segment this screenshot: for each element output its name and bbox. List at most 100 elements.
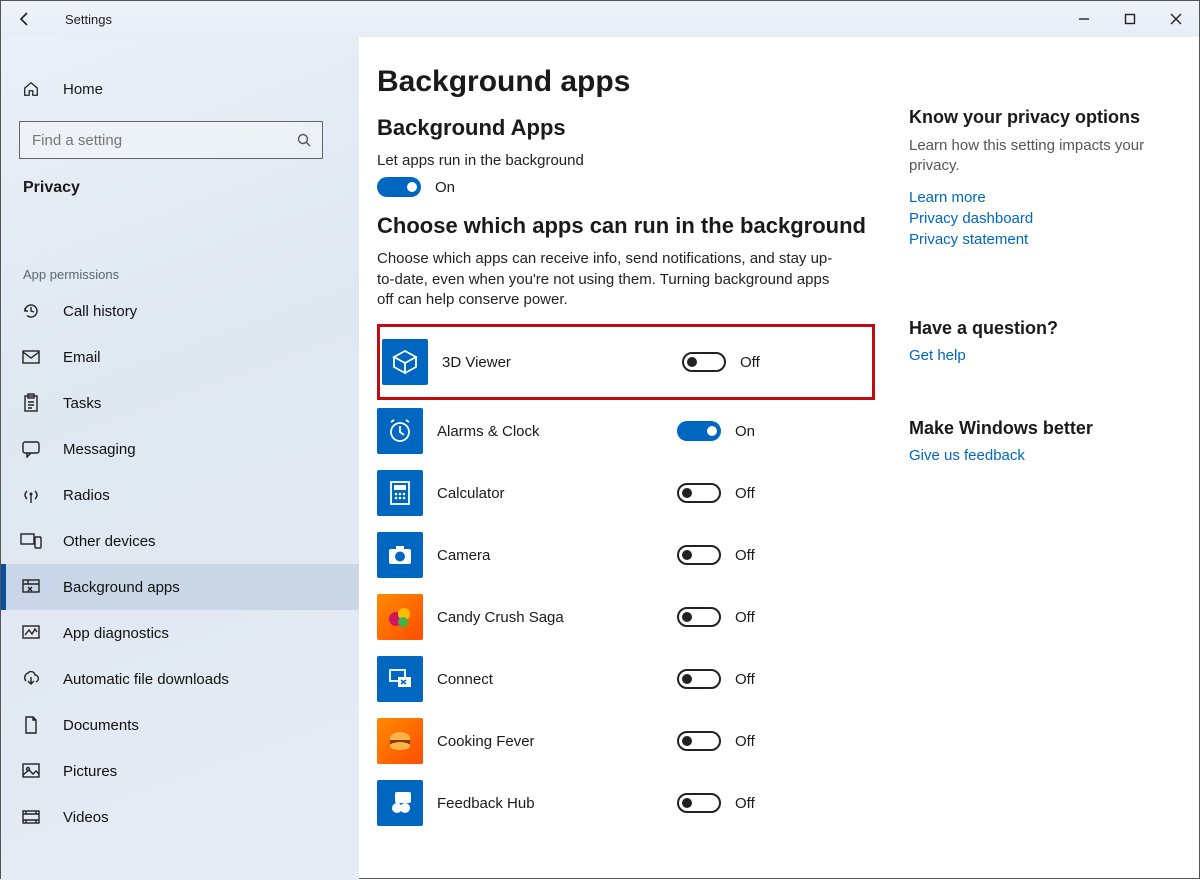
feedback-icon <box>377 780 423 826</box>
app-row-feedback-hub: Feedback HubOff <box>377 772 875 834</box>
app-toggle[interactable] <box>677 731 721 751</box>
link-give-feedback[interactable]: Give us feedback <box>909 447 1173 464</box>
app-toggle[interactable] <box>677 607 721 627</box>
calc-icon <box>377 470 423 516</box>
app-row-alarms-clock: Alarms & Clock On <box>377 400 875 462</box>
connect-icon <box>377 656 423 702</box>
app-name-label: Connect <box>437 671 677 688</box>
arrow-left-icon <box>17 11 33 27</box>
sidebar-item-messaging[interactable]: Messaging <box>1 426 359 472</box>
window-titlebar: Settings <box>1 1 1199 37</box>
sidebar-item-automatic-file-downloads[interactable]: Automatic file downloads <box>1 656 359 702</box>
cube-icon <box>382 339 428 385</box>
info-heading-better: Make Windows better <box>909 418 1173 439</box>
app-toggle[interactable] <box>677 421 721 441</box>
app-name-label: Candy Crush Saga <box>437 609 677 626</box>
section-desc-choose: Choose which apps can receive info, send… <box>377 249 847 310</box>
close-button[interactable] <box>1153 1 1199 37</box>
search-icon <box>296 132 312 148</box>
app-toggle-state: Off <box>735 733 755 750</box>
pictures-icon <box>19 759 43 783</box>
back-button[interactable] <box>7 1 43 37</box>
master-toggle[interactable] <box>377 177 421 197</box>
app-toggle-state: Off <box>735 547 755 564</box>
sidebar-item-label: Messaging <box>63 441 136 458</box>
section-heading-bg-apps: Background Apps <box>377 115 875 141</box>
app-row-calculator: CalculatorOff <box>377 462 875 524</box>
sidebar: Home Privacy App permissions Call histor… <box>1 37 359 880</box>
documents-icon <box>19 713 43 737</box>
link-get-help[interactable]: Get help <box>909 347 1173 364</box>
app-row-3d-viewer: 3D ViewerOff <box>377 324 875 400</box>
sidebar-section-title: Privacy <box>1 167 359 215</box>
sidebar-item-call-history[interactable]: Call history <box>1 288 359 334</box>
sidebar-item-label: Pictures <box>63 763 117 780</box>
app-toggle[interactable] <box>677 793 721 813</box>
app-name-label: 3D Viewer <box>442 354 682 371</box>
app-toggle-state: Off <box>735 485 755 502</box>
home-icon <box>19 80 43 98</box>
close-icon <box>1170 13 1182 25</box>
sidebar-item-label: App diagnostics <box>63 625 169 642</box>
search-input[interactable] <box>30 131 296 150</box>
app-row-cooking-fever: Cooking FeverOff <box>377 710 875 772</box>
app-name-label: Camera <box>437 547 677 564</box>
sidebar-item-app-diagnostics[interactable]: App diagnostics <box>1 610 359 656</box>
main-content: Background apps Background Apps Let apps… <box>359 37 899 880</box>
message-icon <box>19 437 43 461</box>
sidebar-item-videos[interactable]: Videos <box>1 794 359 840</box>
app-row-camera: Camera Off <box>377 524 875 586</box>
app-name-label: Alarms & Clock <box>437 423 677 440</box>
app-toggle[interactable] <box>677 483 721 503</box>
info-heading-question: Have a question? <box>909 318 1173 339</box>
app-row-candy-crush-saga: Candy Crush Saga Off <box>377 586 875 648</box>
minimize-button[interactable] <box>1061 1 1107 37</box>
app-toggle-state: Off <box>735 609 755 626</box>
sidebar-item-tasks[interactable]: Tasks <box>1 380 359 426</box>
link-privacy-dashboard[interactable]: Privacy dashboard <box>909 210 1173 227</box>
burger-icon <box>377 718 423 764</box>
camera-icon <box>377 532 423 578</box>
maximize-icon <box>1124 13 1136 25</box>
window-title: Settings <box>65 12 112 27</box>
link-privacy-statement[interactable]: Privacy statement <box>909 231 1173 248</box>
mail-icon <box>19 345 43 369</box>
sidebar-item-label: Other devices <box>63 533 156 550</box>
sidebar-home-label: Home <box>63 81 103 98</box>
sidebar-item-label: Documents <box>63 717 139 734</box>
sidebar-item-background-apps[interactable]: Background apps <box>1 564 359 610</box>
info-panel: Know your privacy options Learn how this… <box>899 37 1199 880</box>
sidebar-item-label: Email <box>63 349 101 366</box>
app-toggle[interactable] <box>682 352 726 372</box>
link-learn-more[interactable]: Learn more <box>909 189 1173 206</box>
sidebar-item-documents[interactable]: Documents <box>1 702 359 748</box>
page-title: Background apps <box>377 65 875 99</box>
app-name-label: Feedback Hub <box>437 795 677 812</box>
app-row-connect: Connect Off <box>377 648 875 710</box>
maximize-button[interactable] <box>1107 1 1153 37</box>
sidebar-item-label: Radios <box>63 487 110 504</box>
sidebar-item-label: Background apps <box>63 579 180 596</box>
minimize-icon <box>1078 13 1090 25</box>
tasks-icon <box>19 391 43 415</box>
app-toggle-state: Off <box>735 671 755 688</box>
app-toggle[interactable] <box>677 545 721 565</box>
app-toggle[interactable] <box>677 669 721 689</box>
info-desc-privacy: Learn how this setting impacts your priv… <box>909 136 1173 177</box>
sidebar-item-label: Videos <box>63 809 109 826</box>
bgapps-icon <box>19 575 43 599</box>
candy-icon <box>377 594 423 640</box>
history-icon <box>19 299 43 323</box>
sidebar-item-pictures[interactable]: Pictures <box>1 748 359 794</box>
alarm-icon <box>377 408 423 454</box>
search-input-wrap[interactable] <box>19 121 323 159</box>
sidebar-item-label: Automatic file downloads <box>63 671 229 688</box>
master-toggle-state: On <box>435 179 455 196</box>
diagnostics-icon <box>19 621 43 645</box>
sidebar-item-radios[interactable]: Radios <box>1 472 359 518</box>
sidebar-group-label: App permissions <box>1 261 359 288</box>
sidebar-home[interactable]: Home <box>1 69 359 109</box>
sidebar-item-email[interactable]: Email <box>1 334 359 380</box>
app-toggle-state: On <box>735 423 755 440</box>
sidebar-item-other-devices[interactable]: Other devices <box>1 518 359 564</box>
